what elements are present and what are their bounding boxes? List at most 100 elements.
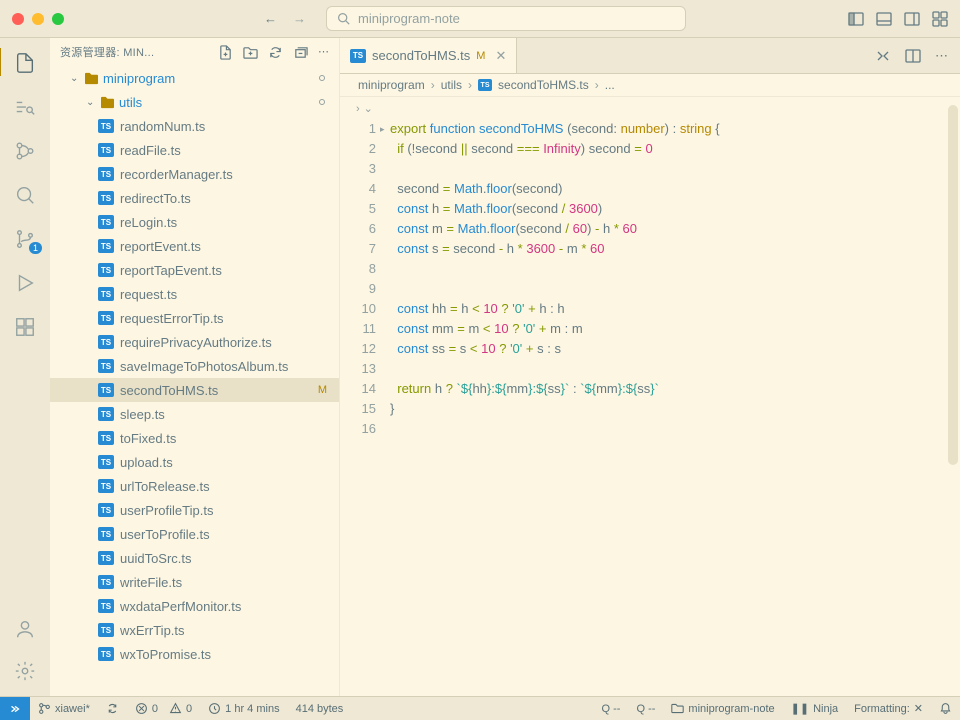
command-center[interactable]: miniprogram-note (326, 6, 686, 31)
project-status[interactable]: miniprogram-note (663, 702, 782, 715)
notifications-icon[interactable] (931, 702, 960, 715)
explorer-sidebar: 资源管理器: MIN... ⋯ ⌄ miniprogram ⌄ (50, 38, 340, 696)
file-item[interactable]: TSwriteFile.ts (50, 570, 339, 594)
typescript-file-icon: TS (98, 551, 114, 565)
file-item[interactable]: TSurlToRelease.ts (50, 474, 339, 498)
file-item[interactable]: TS requirePrivacyAuthorize.ts (50, 330, 339, 354)
file-item[interactable]: TS reportTapEvent.ts (50, 258, 339, 282)
file-label: wxdataPerfMonitor.ts (120, 599, 241, 614)
file-item[interactable]: TSuuidToSrc.ts (50, 546, 339, 570)
search-files-icon[interactable] (14, 184, 36, 206)
more-actions-icon[interactable]: ⋯ (935, 48, 948, 64)
file-label: reLogin.ts (120, 215, 177, 230)
file-item[interactable]: TSrequestErrorTip.ts (50, 306, 339, 330)
chevron-right-icon[interactable]: › (356, 99, 360, 119)
ninja-status[interactable]: ❚❚ Ninja (783, 702, 847, 715)
file-tree[interactable]: ⌄ miniprogram ⌄ utils TSrandomNum.tsTSre… (50, 66, 339, 696)
q-status-2[interactable]: Q -- (628, 702, 663, 715)
q-status-1[interactable]: Q -- (594, 702, 629, 715)
minimize-window-button[interactable] (32, 13, 44, 25)
breadcrumb-part[interactable]: utils (441, 78, 462, 92)
file-label: requestErrorTip.ts (120, 311, 224, 326)
nav-back-button[interactable]: ← (264, 11, 277, 26)
file-item[interactable]: TSreadFile.ts (50, 138, 339, 162)
scm-branch-icon[interactable]: 1 (14, 228, 36, 250)
new-folder-icon[interactable] (243, 45, 258, 60)
accounts-icon[interactable] (14, 618, 36, 640)
activity-bar: 1 (0, 38, 50, 696)
file-label: sleep.ts (120, 407, 165, 422)
layout-left-icon[interactable] (848, 11, 864, 27)
folder-icon (84, 72, 99, 85)
editor-gutter-controls: › ⌄ (356, 99, 373, 119)
extensions-view-icon[interactable] (14, 316, 36, 338)
file-item[interactable]: TSwxErrTip.ts (50, 618, 339, 642)
file-item[interactable]: TStoFixed.ts (50, 426, 339, 450)
maximize-window-button[interactable] (52, 13, 64, 25)
folder-utils[interactable]: ⌄ utils (50, 90, 339, 114)
tab-filename: secondToHMS.ts (372, 48, 470, 63)
typescript-file-icon: TS (350, 49, 366, 63)
collapse-all-icon[interactable] (293, 45, 308, 60)
close-window-button[interactable] (12, 13, 24, 25)
nav-arrows: ← → (264, 11, 306, 26)
file-item[interactable]: TSsleep.ts (50, 402, 339, 426)
typescript-file-icon: TS (98, 119, 114, 133)
remote-indicator[interactable] (0, 697, 30, 720)
folder-icon (100, 96, 115, 109)
time-tracking-status[interactable]: 1 hr 4 mins (200, 702, 287, 715)
file-item[interactable]: TSupload.ts (50, 450, 339, 474)
file-item[interactable]: TSuserToProfile.ts (50, 522, 339, 546)
file-item[interactable]: TSsaveImageToPhotosAlbum.ts (50, 354, 339, 378)
tab-secondtohms[interactable]: TS secondToHMS.ts M ✕ (340, 38, 517, 73)
file-item[interactable]: TSredirectTo.ts (50, 186, 339, 210)
code-content[interactable]: ▸export function secondToHMS (second: nu… (390, 97, 960, 696)
settings-gear-icon[interactable] (14, 660, 36, 682)
layout-bottom-icon[interactable] (876, 11, 892, 27)
file-item[interactable]: TSrecorderManager.ts (50, 162, 339, 186)
compare-changes-icon[interactable] (875, 48, 891, 64)
layout-right-icon[interactable] (904, 11, 920, 27)
more-icon[interactable]: ⋯ (318, 45, 329, 60)
breadcrumb-part[interactable]: miniprogram (358, 78, 425, 92)
file-label: requirePrivacyAuthorize.ts (120, 335, 272, 350)
typescript-file-icon: TS (98, 335, 114, 349)
typescript-file-icon: TS (98, 263, 114, 277)
formatting-status[interactable]: Formatting: ✕ (846, 702, 931, 715)
fold-indicator-icon[interactable]: ▸ (380, 119, 385, 139)
file-item[interactable]: TSreportEvent.ts (50, 234, 339, 258)
file-item[interactable]: TSreLogin.ts (50, 210, 339, 234)
chevron-down-icon: ⌄ (70, 73, 84, 84)
breadcrumb-more[interactable]: ... (605, 78, 615, 92)
sidebar-title: 资源管理器: MIN... (60, 44, 218, 60)
titlebar: ← → miniprogram-note (0, 0, 960, 38)
problems-status[interactable]: 0 0 (127, 702, 200, 715)
close-tab-icon[interactable]: ✕ (495, 48, 506, 64)
file-label: reportTapEvent.ts (120, 263, 222, 278)
source-control-view-icon[interactable] (14, 140, 36, 162)
file-item[interactable]: TSrandomNum.ts (50, 114, 339, 138)
refresh-icon[interactable] (268, 45, 283, 60)
breadcrumb-part[interactable]: secondToHMS.ts (498, 78, 589, 92)
search-view-icon[interactable] (14, 96, 36, 118)
layout-customize-icon[interactable] (932, 11, 948, 27)
typescript-file-icon: TS (98, 623, 114, 637)
new-file-icon[interactable] (218, 45, 233, 60)
split-editor-icon[interactable] (905, 48, 921, 64)
file-item[interactable]: TSwxToPromise.ts (50, 642, 339, 666)
breadcrumbs[interactable]: miniprogram › utils › TS secondToHMS.ts … (340, 74, 960, 97)
code-editor[interactable]: › ⌄ 12345678910111213141516 ▸export func… (340, 97, 960, 696)
explorer-view-icon[interactable] (14, 52, 36, 74)
sync-status[interactable] (98, 702, 127, 715)
file-item[interactable]: TSwxdataPerfMonitor.ts (50, 594, 339, 618)
file-item[interactable]: TSrequest.ts (50, 282, 339, 306)
debug-view-icon[interactable] (14, 272, 36, 294)
folder-miniprogram[interactable]: ⌄ miniprogram (50, 66, 339, 90)
nav-forward-button[interactable]: → (293, 11, 306, 26)
file-size-status[interactable]: 414 bytes (288, 703, 352, 715)
file-item[interactable]: TSuserProfileTip.ts (50, 498, 339, 522)
chevron-down-icon[interactable]: ⌄ (364, 99, 373, 119)
vertical-scrollbar[interactable] (948, 105, 958, 465)
file-item[interactable]: TSsecondToHMS.tsM (50, 378, 339, 402)
git-branch-status[interactable]: xiawei* (30, 702, 98, 715)
